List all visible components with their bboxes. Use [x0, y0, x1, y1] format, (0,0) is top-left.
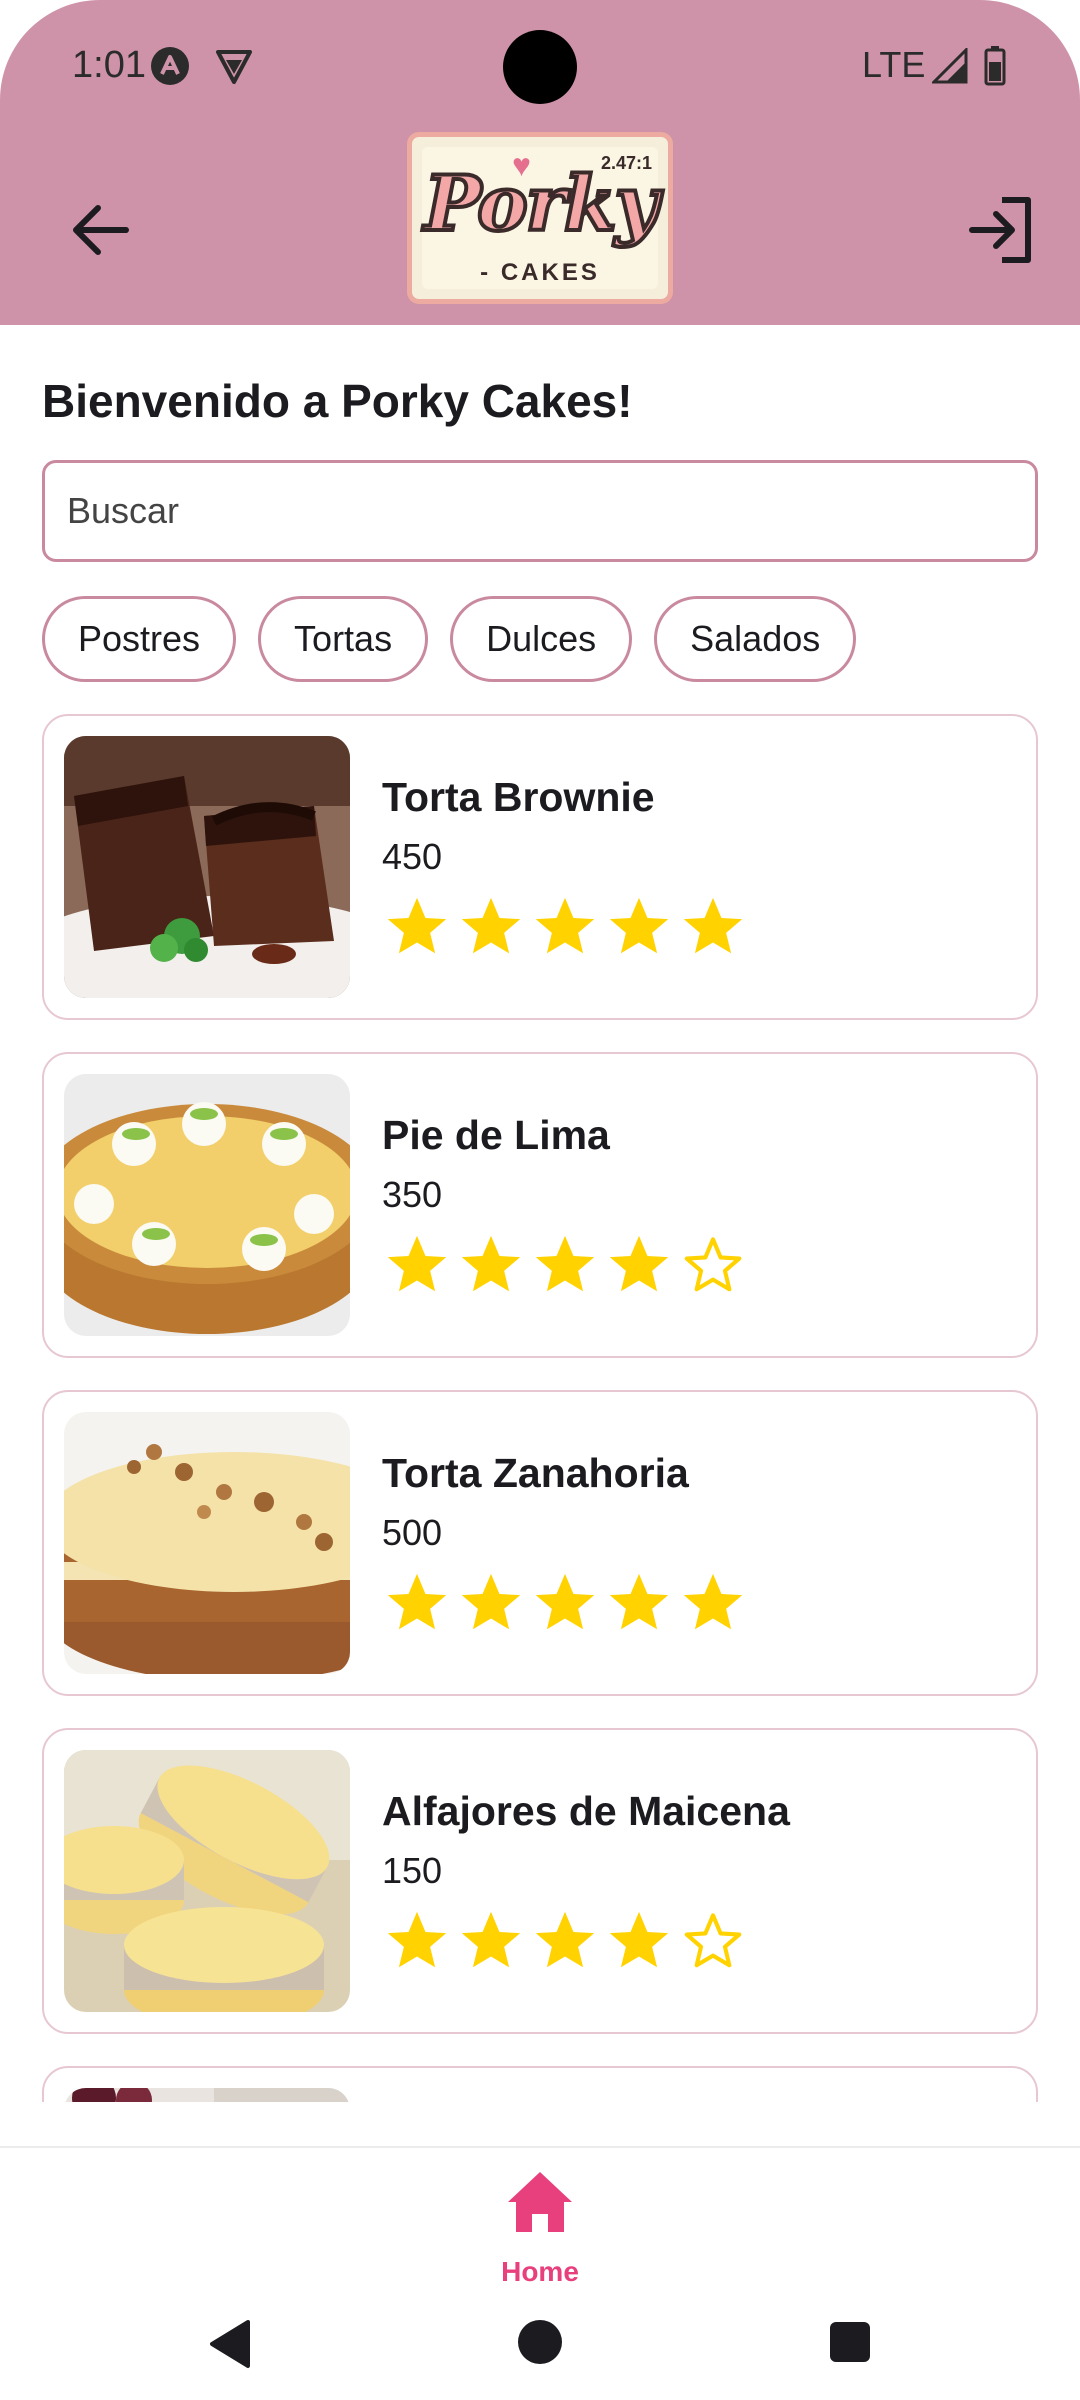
arrow-back-icon — [73, 205, 129, 255]
star-filled-icon — [535, 897, 595, 954]
product-card[interactable]: Torta Brownie 450 — [42, 714, 1038, 1020]
product-card[interactable]: Pie de Lima 350 — [42, 1052, 1038, 1358]
network-type: LTE — [862, 44, 926, 85]
welcome-heading: Bienvenido a Porky Cakes! — [42, 375, 633, 427]
rating-stars — [382, 1230, 748, 1310]
star-filled-icon — [387, 1235, 447, 1292]
chip-dulces[interactable]: Dulces — [450, 596, 633, 682]
nav-home-tab[interactable]: Home — [490, 2168, 590, 2287]
logo-sub: - CAKES — [480, 259, 600, 286]
star-filled-icon — [609, 1911, 669, 1968]
app-screen: 1:01 LTE ♥ 2.47:1 Porky - CAKES Bienveni… — [0, 0, 1080, 2400]
star-filled-icon — [387, 1573, 447, 1630]
system-navigation-bar — [0, 2286, 1080, 2400]
rating-stars — [382, 1568, 748, 1648]
star-filled-icon — [387, 1911, 447, 1968]
signal-icon — [930, 46, 968, 89]
system-back-icon[interactable] — [204, 2316, 254, 2372]
chip-postres[interactable]: Postres — [42, 596, 237, 682]
app-notification-icon — [150, 46, 190, 91]
vpn-shield-icon — [214, 46, 254, 91]
status-bar: 1:01 LTE — [0, 0, 1080, 130]
system-home-icon[interactable] — [516, 2318, 564, 2366]
home-icon — [508, 2172, 572, 2232]
category-chips: Postres Tortas Dulces Salados — [42, 596, 857, 682]
product-image-alfajores — [64, 1750, 350, 2012]
nav-home-label: Home — [501, 2256, 579, 2287]
star-filled-icon — [461, 1235, 521, 1292]
porky-cakes-logo: ♥ 2.47:1 Porky - CAKES — [407, 132, 673, 304]
star-filled-icon — [683, 1573, 743, 1630]
star-filled-icon — [609, 897, 669, 954]
top-app-bar: 1:01 LTE ♥ 2.47:1 Porky - CAKES — [0, 0, 1080, 325]
star-outline-icon — [684, 1913, 742, 1968]
star-filled-icon — [683, 897, 743, 954]
bottom-navigation: Home — [0, 2146, 1080, 2288]
system-recents-icon[interactable] — [828, 2320, 872, 2364]
star-filled-icon — [461, 897, 521, 954]
product-card[interactable]: Alfajores de Maicena 150 — [42, 1728, 1038, 2034]
star-filled-icon — [535, 1573, 595, 1630]
product-card[interactable] — [42, 2066, 1038, 2102]
star-filled-icon — [609, 1235, 669, 1292]
star-outline-icon — [684, 1237, 742, 1292]
product-price: 150 — [382, 1850, 443, 1891]
star-filled-icon — [535, 1235, 595, 1292]
logo-word: Porky — [422, 157, 661, 250]
product-name: Torta Brownie — [382, 774, 655, 820]
chip-tortas[interactable]: Tortas — [258, 596, 429, 682]
product-list[interactable]: Torta Brownie 450 Pie de Lima 350 Torta … — [42, 714, 1038, 2102]
product-price: 450 — [382, 836, 443, 877]
rating-stars — [382, 892, 748, 972]
star-filled-icon — [387, 897, 447, 954]
product-image-torta-zanahoria — [64, 1412, 350, 1674]
star-filled-icon — [461, 1911, 521, 1968]
battery-icon — [984, 46, 1006, 91]
product-name: Pie de Lima — [382, 1112, 610, 1158]
camera-cutout — [503, 30, 577, 104]
product-price: 350 — [382, 1174, 443, 1215]
product-image-brownie — [64, 736, 350, 998]
product-name: Alfajores de Maicena — [382, 1788, 790, 1834]
product-name: Torta Zanahoria — [382, 1450, 689, 1496]
rating-stars — [382, 1906, 748, 1986]
product-price: 500 — [382, 1512, 443, 1553]
star-filled-icon — [609, 1573, 669, 1630]
chip-salados[interactable]: Salados — [654, 596, 857, 682]
star-filled-icon — [461, 1573, 521, 1630]
login-icon — [969, 197, 1031, 263]
product-card[interactable]: Torta Zanahoria 500 — [42, 1390, 1038, 1696]
product-image-partial — [64, 2088, 350, 2102]
search-input[interactable] — [42, 460, 1038, 562]
logout-button[interactable] — [962, 190, 1042, 270]
status-time: 1:01 — [72, 44, 146, 86]
back-button[interactable] — [60, 190, 140, 270]
product-image-pie-lima — [64, 1074, 350, 1336]
star-filled-icon — [535, 1911, 595, 1968]
